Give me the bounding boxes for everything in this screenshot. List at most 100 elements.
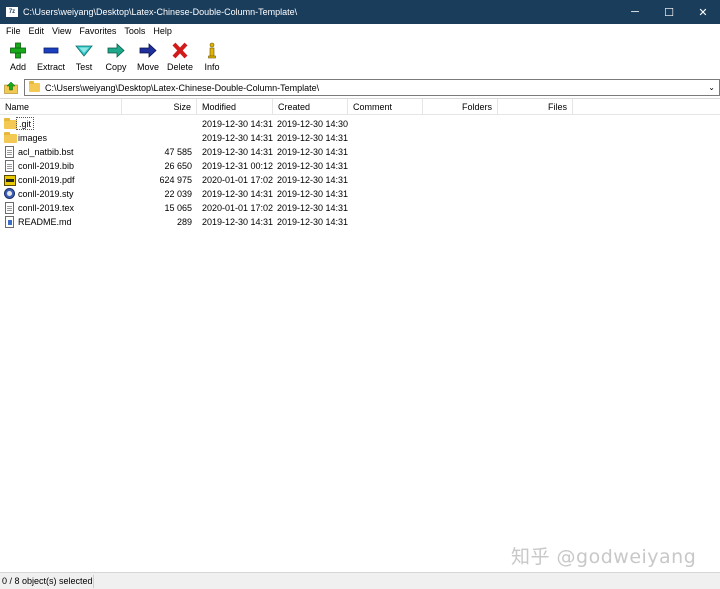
window-controls: ─ ☐ ✕: [618, 0, 720, 24]
file-row-readme[interactable]: README.md 289 2019-12-30 14:31 2019-12-3…: [0, 215, 720, 229]
info-button[interactable]: Info: [196, 39, 228, 76]
selection-status: 0 / 8 object(s) selected: [2, 576, 93, 586]
copy-label: Copy: [105, 62, 127, 72]
file-size: 624 975: [159, 175, 192, 185]
add-plus-icon: [10, 42, 26, 59]
file-icon: [5, 160, 14, 172]
file-created: 2019-12-30 14:30: [277, 119, 349, 129]
file-size: [122, 131, 192, 145]
extract-button[interactable]: Extract: [34, 39, 68, 76]
column-header: Name Size Modified Created Comment Folde…: [0, 99, 720, 115]
test-label: Test: [75, 62, 93, 72]
file-row-images[interactable]: images 2019-12-30 14:31 2019-12-30 14:31: [0, 131, 720, 145]
title-bar: 7z C:\Users\weiyang\Desktop\Latex-Chines…: [0, 0, 720, 24]
add-label: Add: [9, 62, 26, 72]
address-row: C:\Users\weiyang\Desktop\Latex-Chinese-D…: [0, 78, 720, 97]
address-path: C:\Users\weiyang\Desktop\Latex-Chinese-D…: [45, 82, 320, 93]
delete-label: Delete: [166, 62, 193, 72]
file-icon: [5, 146, 14, 158]
file-row-conll-bib[interactable]: conll-2019.bib 26 650 2019-12-31 00:12 2…: [0, 159, 720, 173]
file-row-conll-sty[interactable]: conll-2019.sty 22 039 2019-12-30 14:31 2…: [0, 187, 720, 201]
column-name[interactable]: Name: [0, 99, 122, 115]
minimize-button[interactable]: ─: [618, 0, 652, 24]
file-size: 15 065: [164, 203, 192, 213]
file-modified: 2019-12-30 14:31: [202, 217, 274, 227]
7zip-app-icon[interactable]: 7z: [6, 7, 18, 17]
file-name: conll-2019.sty: [18, 189, 74, 199]
file-created: 2019-12-30 14:31: [277, 217, 349, 227]
file-name: .git: [16, 117, 35, 130]
column-comment[interactable]: Comment: [348, 99, 423, 115]
extract-minus-icon: [43, 47, 59, 54]
file-list[interactable]: Name Size Modified Created Comment Folde…: [0, 98, 720, 572]
close-button[interactable]: ✕: [686, 0, 720, 24]
menu-bar: File Edit View Favorites Tools Help: [0, 24, 720, 39]
menu-edit[interactable]: Edit: [25, 24, 49, 39]
file-created: 2019-12-30 14:31: [277, 175, 349, 185]
file-row-acl-natbib[interactable]: acl_natbib.bst 47 585 2019-12-30 14:31 2…: [0, 145, 720, 159]
column-modified[interactable]: Modified: [197, 99, 273, 115]
file-modified: 2019-12-30 14:31: [202, 119, 274, 129]
column-created[interactable]: Created: [273, 99, 348, 115]
menu-help[interactable]: Help: [149, 24, 176, 39]
info-icon: [208, 42, 216, 59]
file-row-git[interactable]: .git 2019-12-30 14:31 2019-12-30 14:30: [0, 117, 720, 131]
file-modified: 2019-12-31 00:12: [202, 161, 274, 171]
window-title: C:\Users\weiyang\Desktop\Latex-Chinese-D…: [23, 7, 298, 17]
test-button[interactable]: Test: [68, 39, 100, 76]
file-name: conll-2019.tex: [18, 203, 75, 213]
move-arrow-icon: [139, 43, 157, 58]
file-modified: 2019-12-30 14:31: [202, 133, 274, 143]
pdf-icon: [4, 175, 16, 186]
status-divider: [93, 575, 94, 588]
up-folder-icon: [3, 81, 18, 94]
test-check-icon: [75, 45, 93, 57]
add-button[interactable]: Add: [2, 39, 34, 76]
menu-file[interactable]: File: [2, 24, 25, 39]
file-name: README.md: [18, 217, 72, 227]
markdown-file-icon: [5, 216, 14, 228]
info-label: Info: [204, 62, 220, 72]
file-modified: 2020-01-01 17:02: [202, 175, 274, 185]
file-name: conll-2019.pdf: [18, 175, 75, 185]
watermark-text: 知乎 @godweiyang: [511, 546, 697, 568]
file-name: acl_natbib.bst: [18, 147, 74, 157]
file-name: images: [18, 133, 48, 143]
address-bar[interactable]: C:\Users\weiyang\Desktop\Latex-Chinese-D…: [24, 79, 720, 96]
file-created: 2019-12-30 14:31: [277, 147, 349, 157]
extract-label: Extract: [36, 62, 65, 72]
file-row-conll-pdf[interactable]: conll-2019.pdf 624 975 2020-01-01 17:02 …: [0, 173, 720, 187]
toolbar: Add Extract Test Copy Move Delete Info: [0, 39, 720, 76]
delete-button[interactable]: Delete: [164, 39, 196, 76]
delete-x-icon: [172, 42, 188, 59]
chevron-down-icon[interactable]: ⌄: [708, 83, 715, 92]
file-created: 2019-12-30 14:31: [277, 189, 349, 199]
file-row-conll-tex[interactable]: conll-2019.tex 15 065 2020-01-01 17:02 2…: [0, 201, 720, 215]
file-modified: 2020-01-01 17:02: [202, 203, 274, 213]
file-size: 289: [176, 217, 192, 227]
up-folder-button[interactable]: [2, 79, 19, 96]
file-size: 47 585: [164, 147, 192, 157]
copy-button[interactable]: Copy: [100, 39, 132, 76]
file-size: 26 650: [164, 161, 192, 171]
file-icon: [5, 202, 14, 214]
folder-icon: [29, 81, 40, 92]
file-modified: 2019-12-30 14:31: [202, 189, 274, 199]
column-files[interactable]: Files: [498, 99, 573, 115]
move-label: Move: [136, 62, 159, 72]
copy-arrow-icon: [107, 43, 125, 58]
maximize-button[interactable]: ☐: [652, 0, 686, 24]
file-size: 22 039: [164, 189, 192, 199]
file-name: conll-2019.bib: [18, 161, 75, 171]
file-created: 2019-12-30 14:31: [277, 133, 349, 143]
move-button[interactable]: Move: [132, 39, 164, 76]
menu-view[interactable]: View: [48, 24, 75, 39]
column-size[interactable]: Size: [122, 99, 197, 115]
file-modified: 2019-12-30 14:31: [202, 147, 274, 157]
menu-favorites[interactable]: Favorites: [75, 24, 120, 39]
column-folders[interactable]: Folders: [423, 99, 498, 115]
file-created: 2019-12-30 14:31: [277, 203, 349, 213]
file-created: 2019-12-30 14:31: [277, 161, 349, 171]
status-bar: 0 / 8 object(s) selected: [0, 572, 720, 589]
menu-tools[interactable]: Tools: [120, 24, 149, 39]
